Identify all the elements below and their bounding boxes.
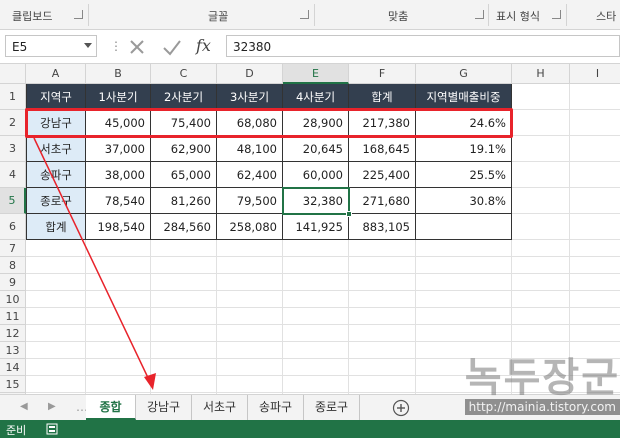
more-options-icon[interactable]: ⋮ (110, 39, 122, 53)
ribbon-group-font[interactable]: 글꼴 (208, 8, 228, 24)
ribbon-group-styles[interactable]: 스타 (596, 8, 616, 24)
sheet-tab-summary[interactable]: 종합 (86, 395, 136, 420)
ribbon-separator (88, 4, 89, 26)
add-sheet-icon[interactable] (392, 399, 410, 417)
scroll-right-icon[interactable]: ▶ (48, 401, 56, 412)
font-launcher-icon[interactable] (300, 10, 309, 19)
sheet-tab-jongno[interactable]: 종로구 (304, 395, 360, 420)
number-launcher-icon[interactable] (552, 10, 561, 19)
cancel-icon[interactable] (128, 38, 146, 56)
clipboard-launcher-icon[interactable] (74, 10, 83, 19)
enter-check-icon[interactable] (162, 38, 182, 56)
scroll-left-icon[interactable]: ◀ (20, 401, 28, 412)
sheet-tab-gangnam[interactable]: 강남구 (136, 395, 192, 420)
formula-input[interactable]: 32380 (226, 35, 620, 57)
ribbon-separator (566, 4, 567, 26)
sheet-tab-bar: ◀ ▶ … 종합 강남구 서초구 송파구 종로구 (0, 394, 620, 420)
alignment-launcher-icon[interactable] (475, 10, 484, 19)
ribbon-separator (488, 4, 489, 26)
ribbon-separator (314, 4, 315, 26)
macro-record-icon[interactable] (46, 423, 58, 435)
ribbon-group-alignment[interactable]: 맞춤 (388, 8, 408, 24)
ribbon-group-clipboard[interactable]: 클립보드 (12, 8, 52, 24)
chevron-down-icon[interactable] (84, 43, 92, 48)
sheet-tab-songpa[interactable]: 송파구 (248, 395, 304, 420)
status-text: 준비 (6, 424, 27, 437)
ribbon-group-labels: 클립보드 글꼴 맞춤 표시 형식 스타 (0, 0, 620, 30)
status-bar: 준비 (0, 420, 620, 438)
ribbon-group-number[interactable]: 표시 형식 (496, 8, 540, 24)
insert-function-button[interactable]: fx (196, 36, 211, 55)
annotation-arrow (33, 137, 156, 390)
formula-bar: E5 ⋮ fx 32380 (0, 30, 620, 64)
worksheet-grid[interactable]: A B C D E F G H I 1 2 3 4 5 6 7 8 9 10 1… (0, 64, 620, 394)
sheet-tab-seocho[interactable]: 서초구 (192, 395, 248, 420)
